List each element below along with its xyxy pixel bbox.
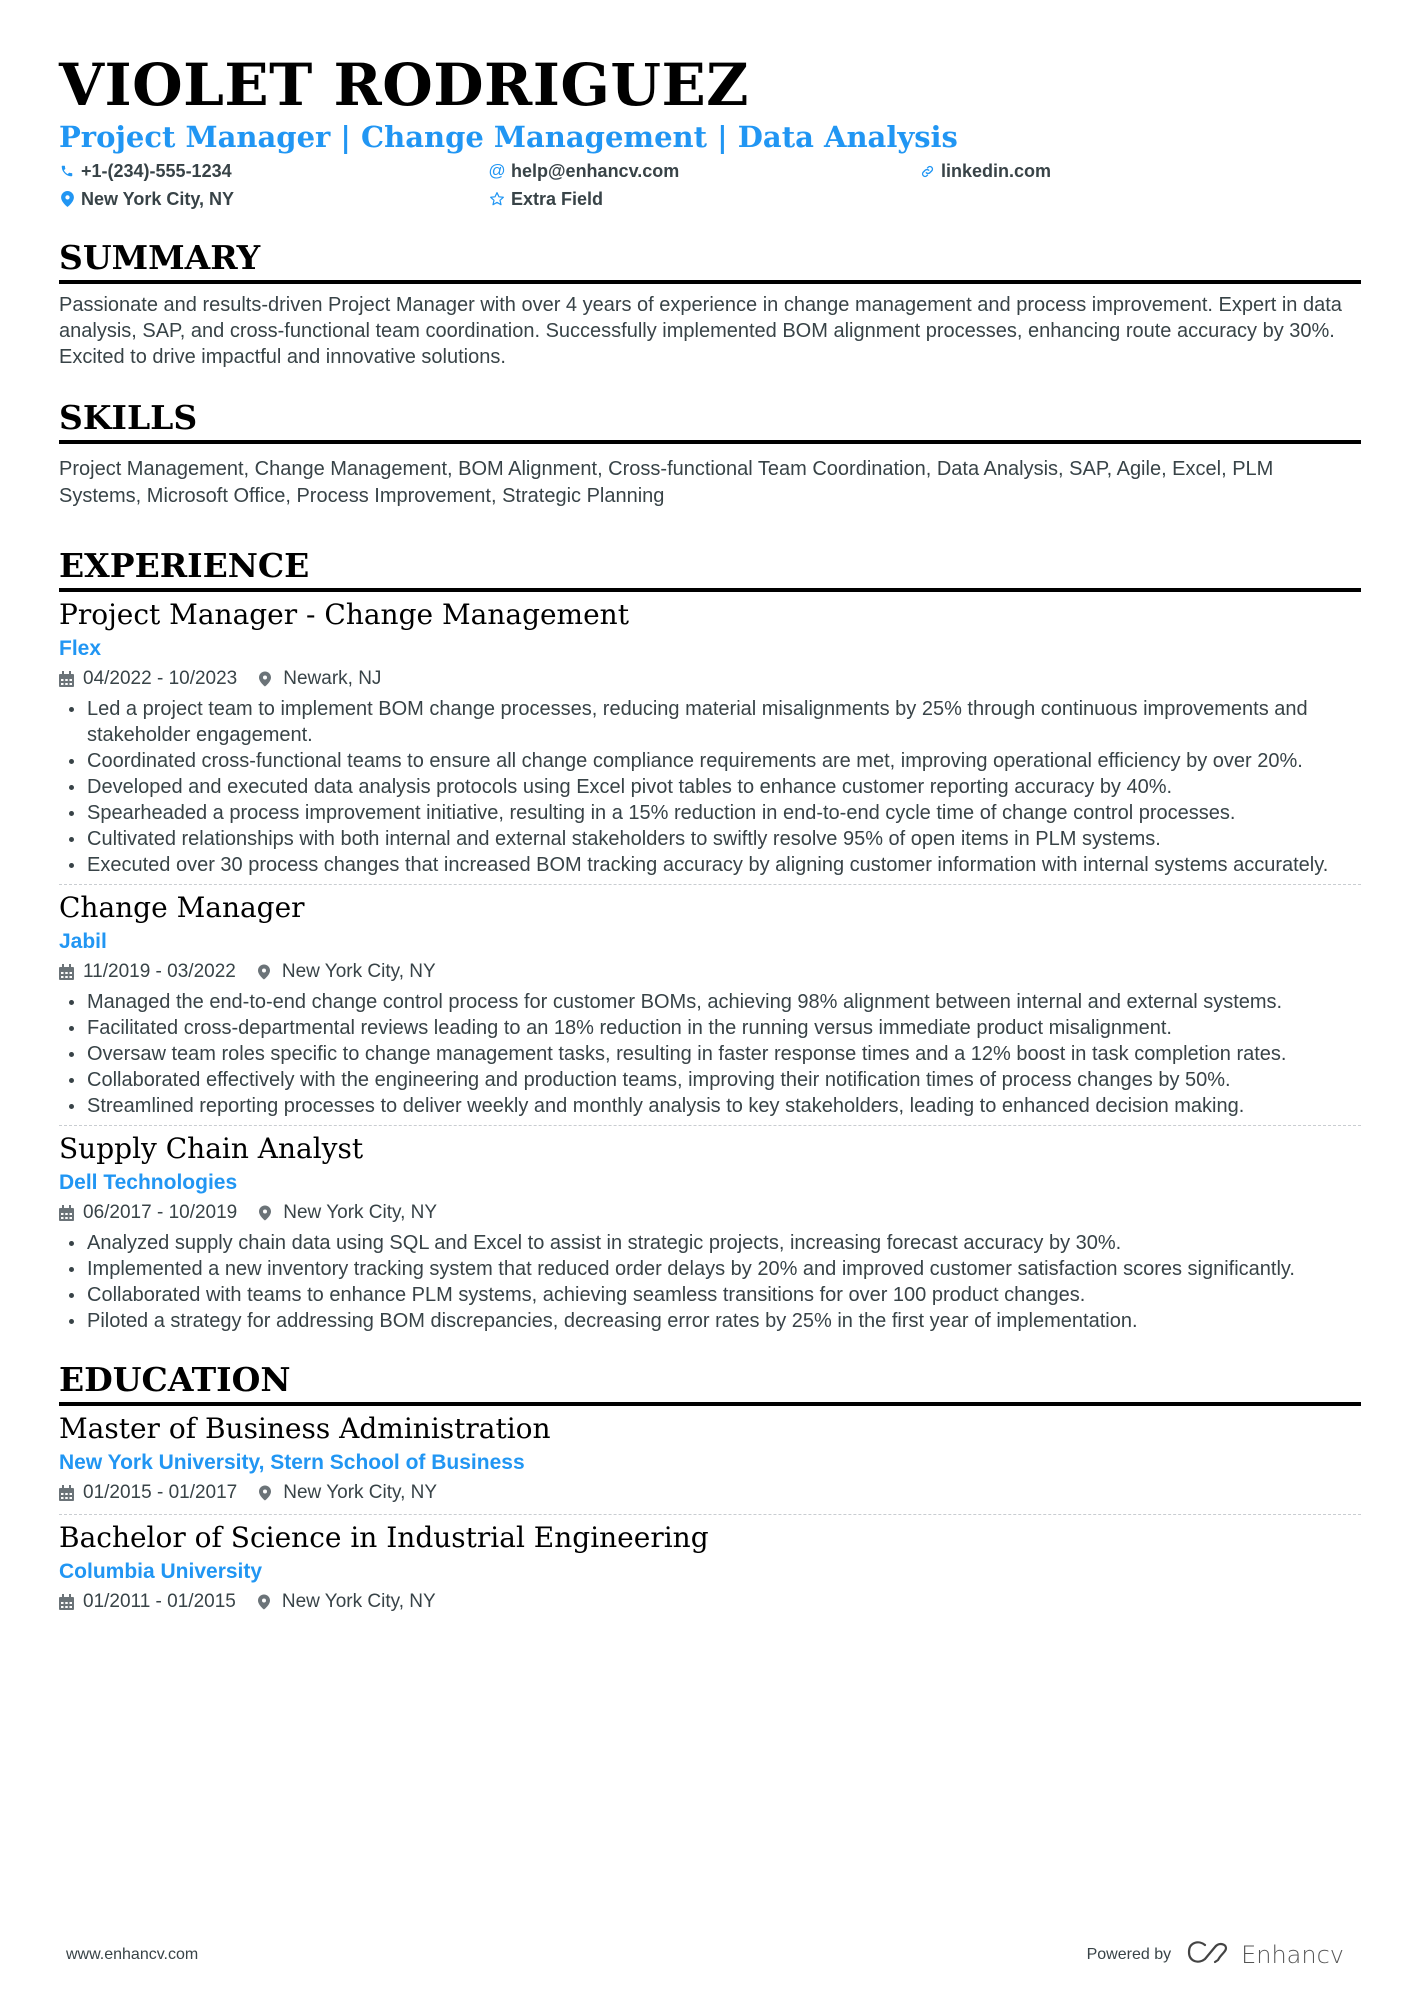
- link-icon: [919, 163, 935, 179]
- bullet-item: Streamlined reporting processes to deliv…: [59, 1093, 1361, 1119]
- section-divider: [59, 1402, 1361, 1406]
- bullet-item: Spearheaded a process improvement initia…: [59, 800, 1361, 826]
- skills-heading: SKILLS: [59, 398, 198, 437]
- calendar-icon: [59, 1485, 75, 1501]
- bullet-item: Collaborated with teams to enhance PLM s…: [59, 1282, 1361, 1308]
- bullet-item: Oversaw team roles specific to change ma…: [59, 1041, 1361, 1067]
- education-dates: 01/2011 - 01/2015: [83, 1591, 236, 1612]
- job-meta: 06/2017 - 10/2019 New York City, NY: [59, 1198, 1361, 1228]
- bullet-item: Managed the end-to-end change control pr…: [59, 989, 1361, 1015]
- section-divider: [59, 588, 1361, 592]
- brand-name: Enhancv: [1241, 1941, 1344, 1969]
- page-footer: www.enhancv.com Powered by Enhancv: [66, 1940, 1344, 1970]
- skills-text: Project Management, Change Management, B…: [59, 458, 1274, 507]
- bullet-item: Facilitated cross-departmental reviews l…: [59, 1015, 1361, 1041]
- bullet-item: Executed over 30 process changes that in…: [59, 852, 1361, 878]
- calendar-icon: [59, 964, 75, 980]
- education-meta: 01/2011 - 01/2015 New York City, NY: [59, 1587, 1361, 1617]
- education-entry: Master of Business Administration New Yo…: [59, 1410, 1361, 1508]
- education-entry: Bachelor of Science in Industrial Engine…: [59, 1514, 1361, 1617]
- job-dates: 11/2019 - 03/2022: [83, 961, 236, 982]
- star-icon: [489, 191, 505, 207]
- calendar-icon: [59, 1205, 75, 1221]
- job-location: Newark, NJ: [283, 668, 382, 689]
- summary-heading: SUMMARY: [59, 238, 261, 277]
- experience-heading: EXPERIENCE: [59, 546, 310, 585]
- calendar-icon: [59, 1594, 75, 1610]
- website-link[interactable]: www.enhancv.com: [66, 1946, 198, 1964]
- bullet-item: Piloted a strategy for addressing BOM di…: [59, 1308, 1361, 1334]
- contact-info: +1-(234)-555-1234 @ help@enhancv.com lin…: [59, 158, 1361, 212]
- bullet-item: Coordinated cross-functional teams to en…: [59, 748, 1361, 774]
- job-meta: 11/2019 - 03/2022 New York City, NY: [59, 957, 1361, 987]
- linkedin-link[interactable]: linkedin.com: [941, 161, 1051, 182]
- candidate-title: Project Manager | Change Management | Da…: [59, 120, 958, 154]
- job-title: Supply Chain Analyst: [59, 1132, 364, 1165]
- company-name: Dell Technologies: [59, 1171, 238, 1194]
- bullet-item: Developed and executed data analysis pro…: [59, 774, 1361, 800]
- phone-text: +1-(234)-555-1234: [81, 160, 232, 181]
- location-pin-icon: [259, 1485, 275, 1501]
- job-location: New York City, NY: [281, 961, 436, 982]
- experience-entry: Change Manager Jabil 11/2019 - 03/2022 N…: [59, 884, 1361, 1119]
- contact-phone: +1-(234)-555-1234: [59, 158, 489, 184]
- experience-section: EXPERIENCE Project Manager - Change Mana…: [59, 546, 1361, 1334]
- email-link[interactable]: help@enhancv.com: [511, 161, 679, 182]
- skills-section: SKILLS Project Management, Change Manage…: [59, 398, 1361, 510]
- company-name: Flex: [59, 637, 102, 660]
- location-pin-icon: [257, 1594, 274, 1610]
- section-divider: [59, 280, 1361, 284]
- job-location: New York City, NY: [283, 1202, 438, 1223]
- job-bullets: Analyzed supply chain data using SQL and…: [59, 1230, 1361, 1334]
- job-title: Project Manager - Change Management: [59, 598, 629, 631]
- education-section: EDUCATION Master of Business Administrat…: [59, 1360, 1361, 1617]
- job-bullets: Managed the end-to-end change control pr…: [59, 989, 1361, 1119]
- education-dates: 01/2015 - 01/2017: [83, 1482, 238, 1503]
- experience-entry: Project Manager - Change Management Flex…: [59, 596, 1361, 878]
- calendar-icon: [59, 671, 75, 687]
- extra-field-text: Extra Field: [511, 188, 604, 209]
- bullet-item: Analyzed supply chain data using SQL and…: [59, 1230, 1361, 1256]
- location-pin-icon: [259, 1205, 275, 1221]
- school-name: Columbia University: [59, 1560, 263, 1583]
- school-name: New York University, Stern School of Bus…: [59, 1451, 525, 1474]
- degree-title: Master of Business Administration: [59, 1412, 551, 1445]
- location-text: New York City, NY: [81, 188, 235, 209]
- job-meta: 04/2022 - 10/2023 Newark, NJ: [59, 664, 1361, 694]
- phone-icon: [59, 163, 75, 179]
- bullet-item: Cultivated relationships with both inter…: [59, 826, 1361, 852]
- summary-text: Passionate and results-driven Project Ma…: [59, 294, 1342, 368]
- job-bullets: Led a project team to implement BOM chan…: [59, 696, 1361, 878]
- job-dates: 06/2017 - 10/2019: [83, 1202, 238, 1223]
- contact-linkedin[interactable]: linkedin.com: [919, 158, 1349, 184]
- bullet-item: Led a project team to implement BOM chan…: [59, 696, 1361, 748]
- degree-title: Bachelor of Science in Industrial Engine…: [59, 1521, 709, 1554]
- powered-by-label: Powered by: [1086, 1946, 1172, 1963]
- education-location: New York City, NY: [283, 1482, 438, 1503]
- candidate-name: VIOLET RODRIGUEZ: [59, 51, 750, 119]
- job-title: Change Manager: [59, 891, 305, 924]
- location-pin-icon: [259, 671, 275, 687]
- summary-section: SUMMARY Passionate and results-driven Pr…: [59, 238, 1361, 370]
- resume-page: VIOLET RODRIGUEZ Project Manager | Chang…: [59, 50, 1361, 1617]
- powered-by: Powered by Enhancv: [1087, 1940, 1344, 1970]
- education-heading: EDUCATION: [59, 1360, 291, 1399]
- enhancv-logo-icon: [1185, 1940, 1231, 1970]
- at-icon: @: [488, 161, 506, 180]
- company-name: Jabil: [59, 930, 107, 953]
- location-pin-icon: [59, 191, 75, 207]
- resume-header: VIOLET RODRIGUEZ Project Manager | Chang…: [59, 50, 1361, 212]
- location-pin-icon: [257, 964, 274, 980]
- experience-entry: Supply Chain Analyst Dell Technologies 0…: [59, 1125, 1361, 1334]
- bullet-item: Collaborated effectively with the engine…: [59, 1067, 1361, 1093]
- contact-location: New York City, NY: [59, 186, 489, 212]
- contact-email[interactable]: @ help@enhancv.com: [488, 158, 919, 184]
- enhancv-logo[interactable]: Enhancv: [1185, 1940, 1344, 1970]
- education-meta: 01/2015 - 01/2017 New York City, NY: [59, 1478, 1361, 1508]
- education-location: New York City, NY: [281, 1591, 436, 1612]
- section-divider: [59, 440, 1361, 444]
- contact-extra-field: Extra Field: [489, 186, 919, 212]
- bullet-item: Implemented a new inventory tracking sys…: [59, 1256, 1361, 1282]
- job-dates: 04/2022 - 10/2023: [83, 668, 238, 689]
